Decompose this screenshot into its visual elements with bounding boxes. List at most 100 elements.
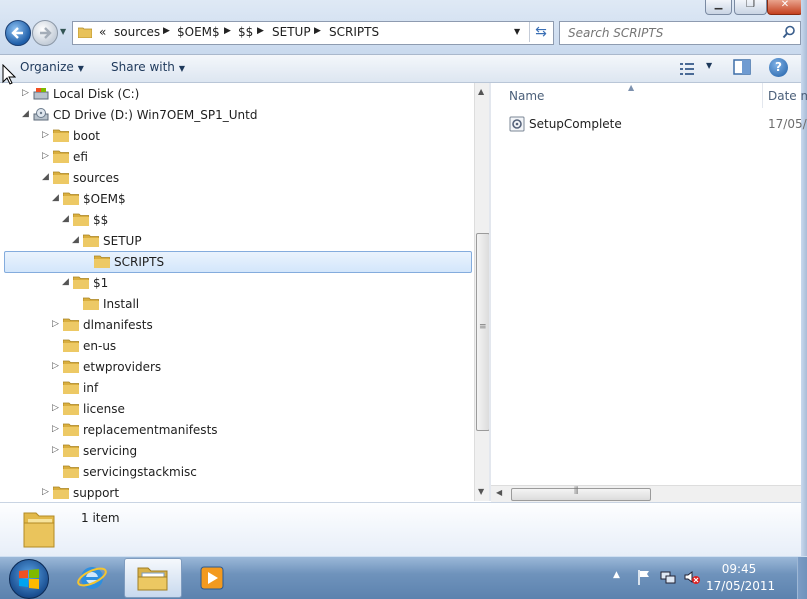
scroll-thumb[interactable]: ≡ xyxy=(476,233,490,431)
expand-arrow-icon[interactable]: ▷ xyxy=(52,424,62,434)
scroll-left-icon[interactable]: ◀ xyxy=(496,488,502,497)
back-button[interactable] xyxy=(5,20,31,46)
collapse-arrow-icon[interactable]: ◢ xyxy=(52,193,62,203)
tree-item[interactable]: SCRIPTS xyxy=(4,251,472,273)
breadcrumb-sources[interactable]: sources xyxy=(114,25,160,39)
folder-icon xyxy=(82,234,100,248)
breadcrumb-arrow-icon[interactable]: ▶ xyxy=(314,26,321,36)
tree-item[interactable]: en-us xyxy=(0,336,474,356)
column-header-name[interactable]: Name xyxy=(509,89,544,103)
breadcrumb-setup[interactable]: SETUP xyxy=(272,25,311,39)
column-divider[interactable] xyxy=(762,83,763,108)
file-name: SetupComplete xyxy=(529,117,622,131)
tree-item[interactable]: ◢ CD Drive (D:) Win7OEM_SP1_Untd xyxy=(0,105,474,125)
breadcrumb-oem[interactable]: $OEM$ xyxy=(177,25,220,39)
taskbar-internet-explorer[interactable] xyxy=(64,558,120,596)
start-button[interactable] xyxy=(9,559,49,599)
action-center-flag-icon[interactable] xyxy=(636,569,652,585)
internet-explorer-icon xyxy=(77,567,107,589)
tree-vertical-scrollbar[interactable]: ▲ ≡ ▼ xyxy=(474,83,490,501)
address-dropdown-icon[interactable]: ▼ xyxy=(514,27,520,36)
expand-arrow-icon[interactable]: ▷ xyxy=(22,88,32,98)
tree-item[interactable]: ▷ support xyxy=(0,483,474,501)
network-icon[interactable] xyxy=(660,569,676,585)
tree-item[interactable]: ▷ Local Disk (C:) xyxy=(0,84,474,104)
close-button[interactable]: ✕ xyxy=(767,0,803,15)
tree-item[interactable]: ▷ license xyxy=(0,399,474,419)
file-row[interactable]: SetupComplete 17/05/ xyxy=(509,115,807,135)
maximize-button[interactable]: ❐ xyxy=(734,0,767,15)
minimize-button[interactable]: ▁ xyxy=(705,0,732,15)
expand-arrow-icon[interactable]: ▷ xyxy=(42,487,52,497)
scroll-thumb[interactable]: ⦀ xyxy=(511,486,651,501)
collapse-arrow-icon[interactable]: ◢ xyxy=(42,172,52,182)
search-input[interactable] xyxy=(566,25,770,41)
forward-button[interactable] xyxy=(32,20,58,46)
scroll-down-icon[interactable]: ▼ xyxy=(478,487,484,496)
breadcrumb-dollar[interactable]: $$ xyxy=(238,25,253,39)
address-bar[interactable]: « sources ▶ $OEM$ ▶ $$ ▶ SETUP ▶ SCRIPTS… xyxy=(72,21,554,45)
taskbar-windows-explorer[interactable] xyxy=(124,558,182,598)
collapse-arrow-icon[interactable]: ◢ xyxy=(72,235,82,245)
clock-date[interactable]: 17/05/2011 xyxy=(706,579,775,593)
tree-item[interactable]: ◢ sources xyxy=(0,168,474,188)
collapse-arrow-icon[interactable]: ◢ xyxy=(62,214,72,224)
navigation-pane: ▷ Local Disk (C:) ◢ CD Drive (D:) Win7OEM_S… xyxy=(0,83,474,501)
expand-arrow-icon[interactable]: ▷ xyxy=(52,445,62,455)
expand-arrow-icon[interactable]: ▷ xyxy=(52,319,62,329)
tree-item[interactable]: ◢ $1 xyxy=(0,273,474,293)
search-icon[interactable] xyxy=(782,25,796,39)
help-icon[interactable]: ? xyxy=(769,58,788,77)
tree-item[interactable]: inf xyxy=(0,378,474,398)
tree-item[interactable]: ◢ $$ xyxy=(0,210,474,230)
tree-item-label: boot xyxy=(73,129,101,143)
tree-item-label: etwproviders xyxy=(83,360,162,374)
chevron-down-icon: ▼ xyxy=(706,61,713,70)
forward-arrow-icon xyxy=(40,27,52,39)
expand-arrow-icon[interactable]: ▷ xyxy=(42,151,52,161)
sort-ascending-icon: ▲ xyxy=(628,83,635,92)
show-hidden-icons-button[interactable]: ▲ xyxy=(613,570,620,580)
breadcrumb-overflow[interactable]: « xyxy=(99,25,106,39)
expand-arrow-icon[interactable]: ▷ xyxy=(52,403,62,413)
tree-item[interactable]: ◢ SETUP xyxy=(0,231,474,251)
grip-icon: ≡ xyxy=(479,322,487,332)
preview-pane-button[interactable] xyxy=(733,59,753,77)
share-with-button[interactable]: Share with ▼ xyxy=(111,60,185,74)
tree-item[interactable]: Install xyxy=(0,294,474,314)
tree-item-label: Install xyxy=(103,297,140,311)
collapse-arrow-icon[interactable]: ◢ xyxy=(22,109,32,119)
details-view-icon xyxy=(680,63,694,75)
show-desktop-button[interactable] xyxy=(797,557,807,599)
change-view-button[interactable]: ▼ xyxy=(679,60,719,78)
recent-pages-dropdown[interactable]: ▼ xyxy=(60,27,68,37)
tree-item[interactable]: ▷ etwproviders xyxy=(0,357,474,377)
refresh-button[interactable]: ⇆ xyxy=(529,22,552,42)
breadcrumb-arrow-icon[interactable]: ▶ xyxy=(224,26,231,36)
expand-arrow-icon[interactable]: ▷ xyxy=(42,130,52,140)
chevron-down-icon: ▼ xyxy=(77,64,84,73)
volume-muted-icon[interactable] xyxy=(684,569,700,585)
tree-item[interactable]: ▷ replacementmanifests xyxy=(0,420,474,440)
file-list-horizontal-scrollbar[interactable]: ◀ ⦀ xyxy=(491,485,801,502)
tree-item[interactable]: ◢ $OEM$ xyxy=(0,189,474,209)
breadcrumb-scripts[interactable]: SCRIPTS xyxy=(329,25,379,39)
scroll-up-icon[interactable]: ▲ xyxy=(478,87,484,96)
tree-item[interactable]: ▷ efi xyxy=(0,147,474,167)
tree-item[interactable]: servicingstackmisc xyxy=(0,462,474,482)
breadcrumb-arrow-icon[interactable]: ▶ xyxy=(257,26,264,36)
search-box[interactable] xyxy=(559,21,801,45)
folder-icon xyxy=(62,339,80,353)
column-header-date-modified[interactable]: Date m xyxy=(768,89,807,103)
collapse-arrow-icon[interactable]: ◢ xyxy=(62,277,72,287)
expand-arrow-icon[interactable]: ▷ xyxy=(52,361,62,371)
breadcrumb-arrow-icon[interactable]: ▶ xyxy=(163,26,170,36)
tree-item[interactable]: ▷ dlmanifests xyxy=(0,315,474,335)
tree-item-label: CD Drive (D:) Win7OEM_SP1_Untd xyxy=(53,108,258,122)
mouse-cursor-icon xyxy=(2,64,16,85)
clock-time[interactable]: 09:45 xyxy=(706,562,772,576)
tree-item[interactable]: ▷ servicing xyxy=(0,441,474,461)
tree-item[interactable]: ▷ boot xyxy=(0,126,474,146)
organize-button[interactable]: Organize ▼ xyxy=(20,60,84,74)
taskbar-media-player[interactable] xyxy=(184,558,240,596)
